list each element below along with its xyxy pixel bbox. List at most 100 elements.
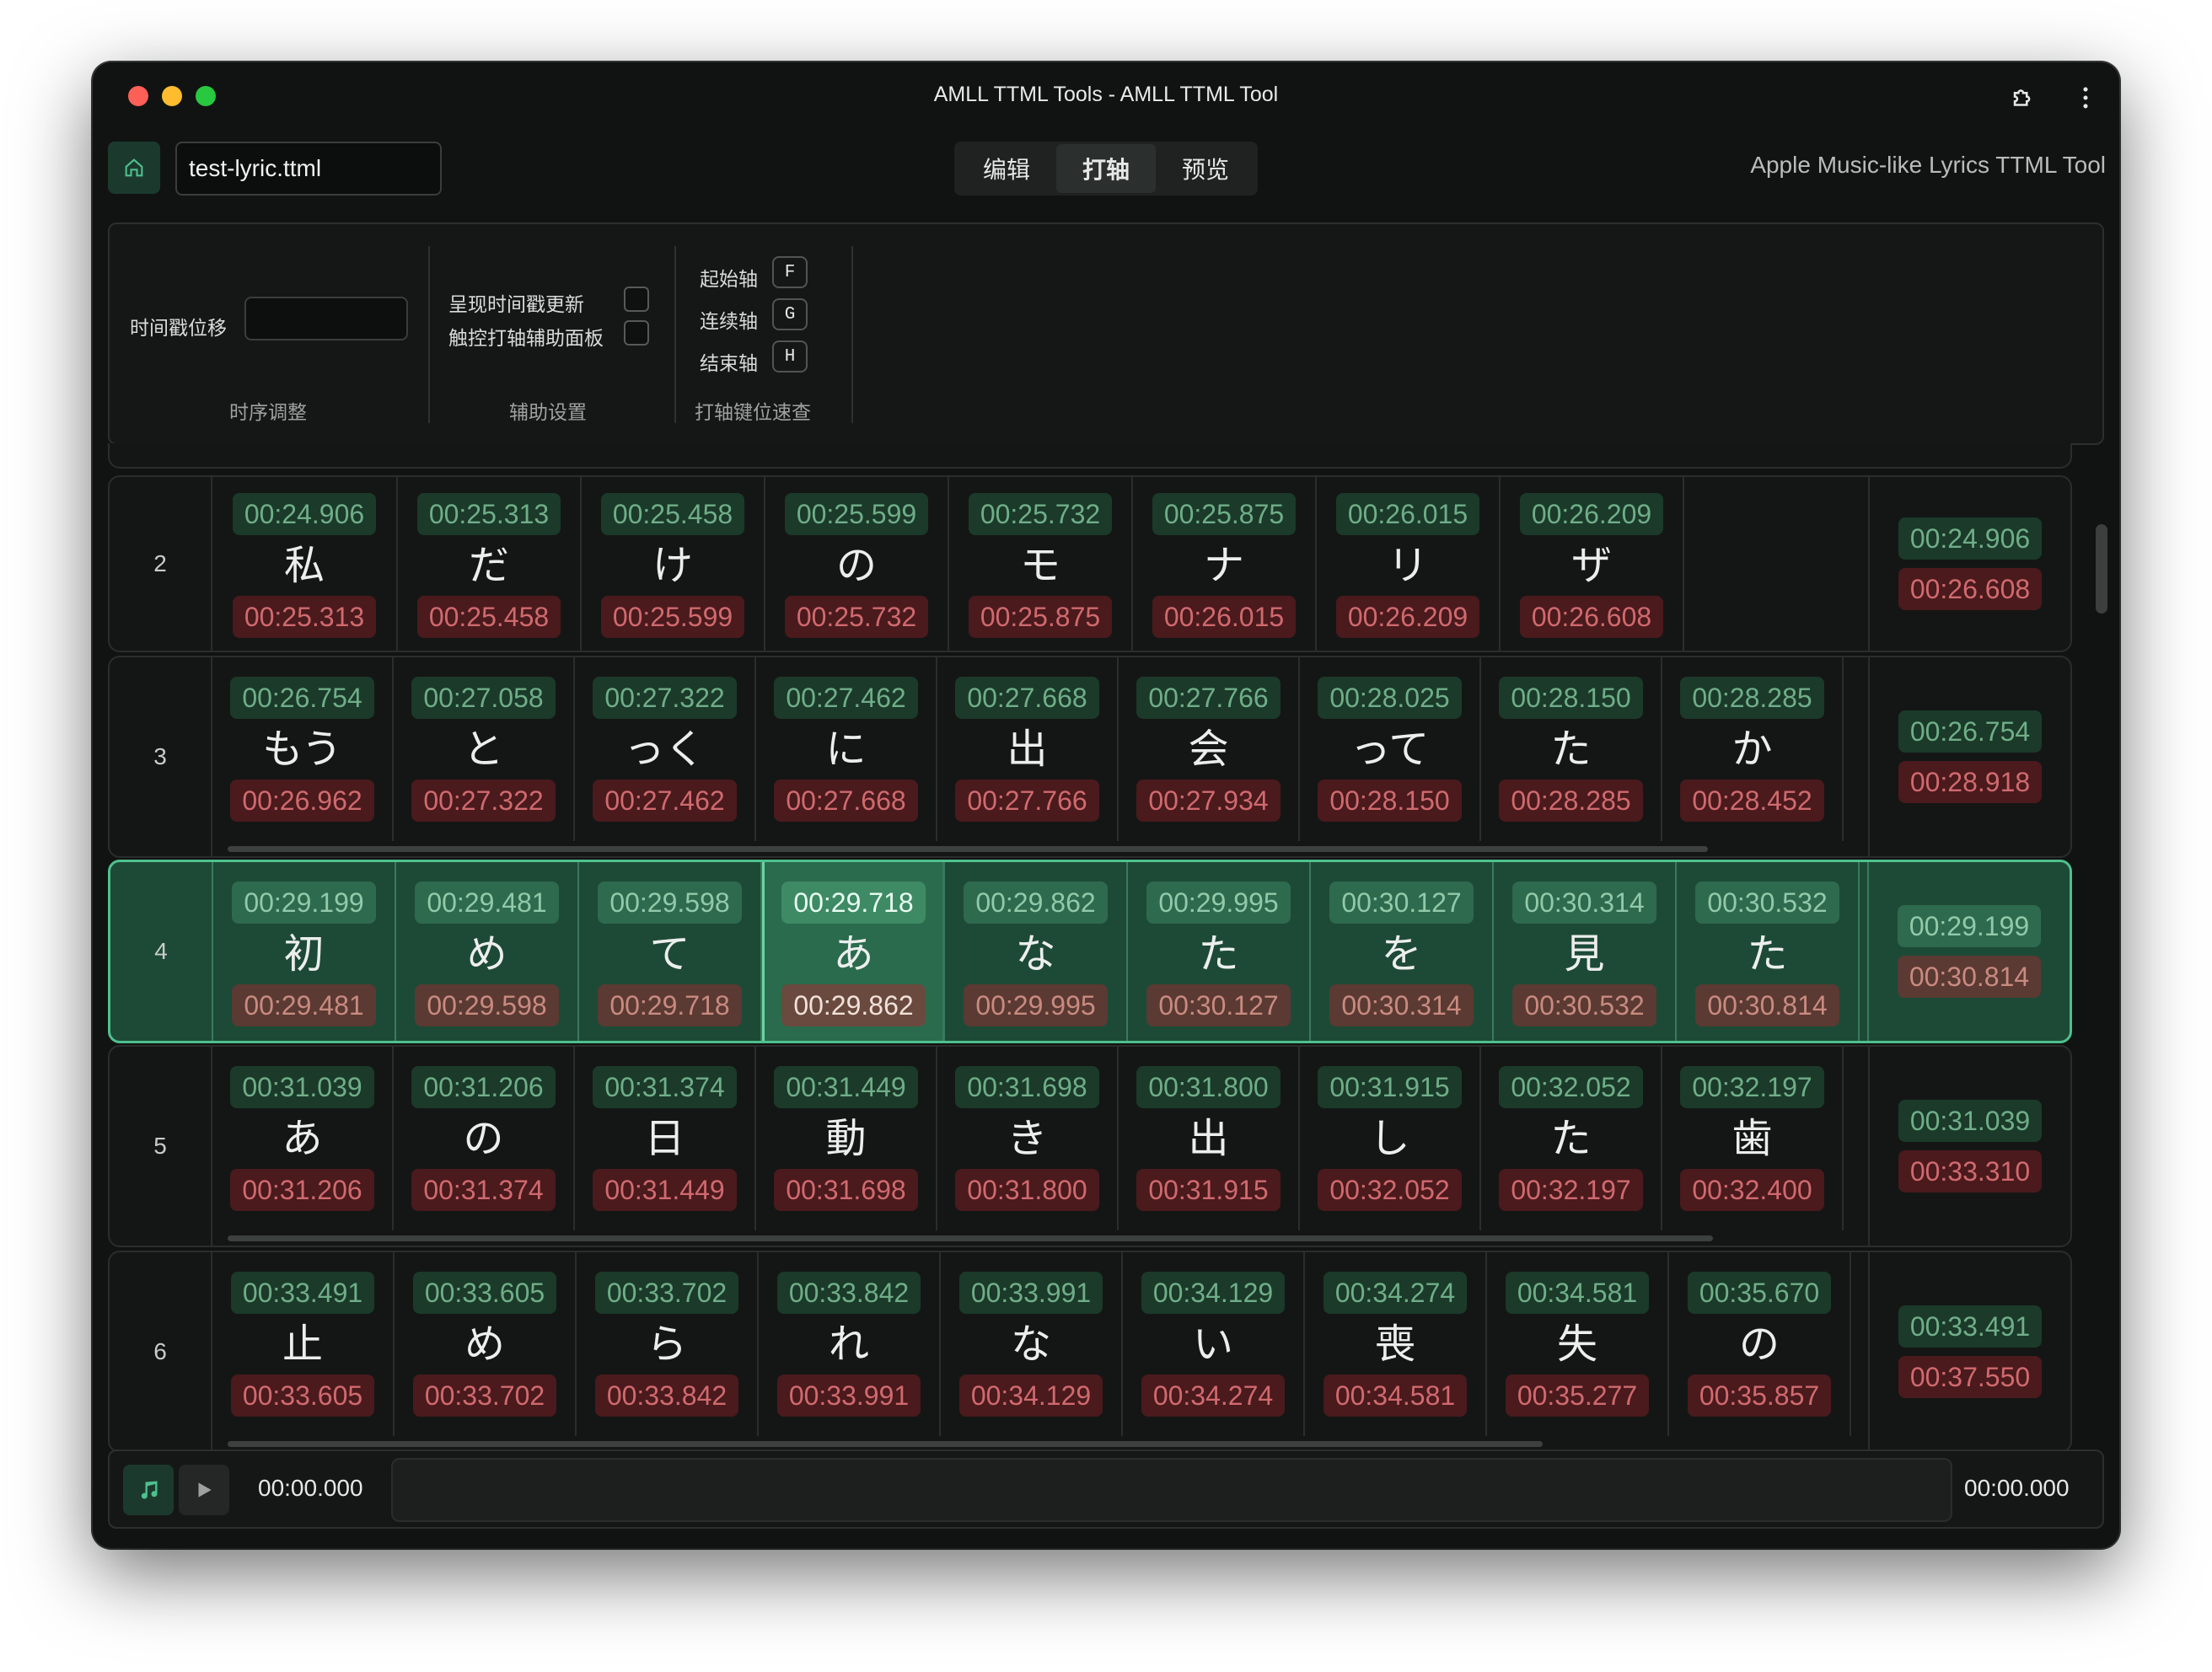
word-end-time[interactable]: 00:25.875 <box>968 596 1113 638</box>
word-start-time[interactable]: 00:34.129 <box>1141 1272 1286 1314</box>
word-end-time[interactable]: 00:27.322 <box>411 780 556 822</box>
word-start-time[interactable]: 00:30.127 <box>1329 882 1474 924</box>
word-end-time[interactable]: 00:31.206 <box>230 1169 374 1211</box>
word-end-time[interactable]: 00:31.800 <box>955 1169 1099 1211</box>
word-cell[interactable]: 00:29.199 初 00:29.481 <box>213 862 396 1041</box>
word-cell[interactable]: 00:31.800 出 00:31.915 <box>1119 1047 1300 1230</box>
word-start-time[interactable]: 00:30.532 <box>1695 882 1839 924</box>
lyric-line[interactable]: 3 00:26.754 もう 00:26.962 00:27.058 と 00:27.322… <box>108 656 2072 858</box>
line-start-time[interactable]: 00:31.039 <box>1898 1100 2043 1142</box>
word-start-time[interactable]: 00:25.313 <box>416 493 561 535</box>
word-end-time[interactable]: 00:25.599 <box>600 596 745 638</box>
line-start-time[interactable]: 00:29.199 <box>1897 905 2042 947</box>
word-cell[interactable]: 00:30.532 た 00:30.814 <box>1677 862 1860 1041</box>
word-end-time[interactable]: 00:28.452 <box>1680 780 1824 822</box>
word-end-time[interactable]: 00:32.197 <box>1499 1169 1643 1211</box>
tab-preview[interactable]: 预览 <box>1156 144 1255 193</box>
word-cell[interactable]: 00:33.491 止 00:33.605 <box>212 1252 395 1436</box>
horizontal-scrollbar[interactable] <box>228 846 1708 852</box>
word-start-time[interactable]: 00:31.698 <box>955 1066 1099 1108</box>
word-end-time[interactable]: 00:31.915 <box>1136 1169 1280 1211</box>
word-start-time[interactable]: 00:31.039 <box>230 1066 374 1108</box>
horizontal-scrollbar[interactable] <box>228 1441 1543 1447</box>
word-end-time[interactable]: 00:29.598 <box>415 984 559 1026</box>
word-start-time[interactable]: 00:29.718 <box>781 882 926 924</box>
word-start-time[interactable]: 00:28.285 <box>1680 677 1824 719</box>
word-cell[interactable]: 00:33.605 め 00:33.702 <box>395 1252 577 1436</box>
word-cell[interactable]: 00:31.374 日 00:31.449 <box>575 1047 756 1230</box>
word-start-time[interactable]: 00:28.150 <box>1499 677 1643 719</box>
word-cell[interactable]: 00:27.462 に 00:27.668 <box>756 657 937 841</box>
word-end-time[interactable]: 00:29.718 <box>598 984 742 1026</box>
word-cell[interactable]: 00:25.458 け 00:25.599 <box>582 477 765 651</box>
seek-bar[interactable] <box>391 1458 1952 1522</box>
word-start-time[interactable]: 00:27.668 <box>955 677 1099 719</box>
line-end-time[interactable]: 00:28.918 <box>1898 761 2043 803</box>
word-end-time[interactable]: 00:29.862 <box>781 984 926 1026</box>
word-start-time[interactable]: 00:27.766 <box>1136 677 1280 719</box>
word-end-time[interactable]: 00:32.400 <box>1680 1169 1824 1211</box>
word-cell[interactable]: 00:28.150 た 00:28.285 <box>1481 657 1662 841</box>
word-end-time[interactable]: 00:30.814 <box>1695 984 1839 1026</box>
word-start-time[interactable]: 00:33.702 <box>594 1272 739 1314</box>
word-start-time[interactable]: 00:29.995 <box>1146 882 1291 924</box>
vertical-scrollbar[interactable] <box>2096 524 2107 614</box>
word-start-time[interactable]: 00:33.842 <box>776 1272 921 1314</box>
word-cell[interactable]: 00:25.732 モ 00:25.875 <box>949 477 1133 651</box>
word-start-time[interactable]: 00:31.800 <box>1136 1066 1280 1108</box>
word-end-time[interactable]: 00:33.605 <box>230 1375 375 1417</box>
line-end-time[interactable]: 00:26.608 <box>1898 568 2043 610</box>
lyric-line-partial[interactable] <box>108 443 2072 469</box>
line-start-time[interactable]: 00:24.906 <box>1898 517 2043 560</box>
word-start-time[interactable]: 00:34.581 <box>1505 1272 1650 1314</box>
word-cell[interactable]: 00:29.995 た 00:30.127 <box>1128 862 1311 1041</box>
music-button[interactable] <box>123 1465 174 1515</box>
word-cell[interactable]: 00:31.039 あ 00:31.206 <box>212 1047 394 1230</box>
word-start-time[interactable]: 00:33.491 <box>230 1272 375 1314</box>
word-cell[interactable]: 00:28.025 って 00:28.150 <box>1300 657 1481 841</box>
word-start-time[interactable]: 00:27.322 <box>593 677 737 719</box>
word-cell[interactable]: 00:33.842 れ 00:33.991 <box>759 1252 941 1436</box>
word-cell[interactable]: 00:25.875 ナ 00:26.015 <box>1133 477 1317 651</box>
word-cell[interactable]: 00:29.718 あ 00:29.862 <box>762 862 945 1041</box>
word-end-time[interactable]: 00:27.766 <box>955 780 1099 822</box>
word-start-time[interactable]: 00:31.374 <box>593 1066 737 1108</box>
word-end-time[interactable]: 00:30.532 <box>1512 984 1656 1026</box>
word-start-time[interactable]: 00:27.462 <box>774 677 918 719</box>
word-cell[interactable]: 00:27.766 会 00:27.934 <box>1119 657 1300 841</box>
word-end-time[interactable]: 00:27.934 <box>1136 780 1280 822</box>
word-cell[interactable]: 00:32.052 た 00:32.197 <box>1481 1047 1662 1230</box>
word-start-time[interactable]: 00:25.458 <box>600 493 745 535</box>
word-cell[interactable]: 00:25.599 の 00:25.732 <box>765 477 949 651</box>
word-start-time[interactable]: 00:29.598 <box>598 882 742 924</box>
word-cell[interactable]: 00:33.702 ら 00:33.842 <box>577 1252 759 1436</box>
lyric-line[interactable]: 6 00:33.491 止 00:33.605 00:33.605 め 00:33.702 0… <box>108 1251 2072 1453</box>
word-cell[interactable]: 00:26.015 リ 00:26.209 <box>1317 477 1501 651</box>
word-end-time[interactable]: 00:34.129 <box>958 1375 1103 1417</box>
word-end-time[interactable]: 00:30.127 <box>1146 984 1291 1026</box>
more-menu-icon[interactable] <box>2067 79 2104 116</box>
word-start-time[interactable]: 00:32.197 <box>1680 1066 1824 1108</box>
play-button[interactable] <box>179 1465 229 1515</box>
word-cell[interactable]: 00:35.670 の 00:35.857 <box>1669 1252 1851 1436</box>
word-start-time[interactable]: 00:25.599 <box>784 493 929 535</box>
word-cell[interactable]: 00:27.058 と 00:27.322 <box>394 657 575 841</box>
word-start-time[interactable]: 00:33.991 <box>958 1272 1103 1314</box>
word-end-time[interactable]: 00:35.277 <box>1505 1375 1650 1417</box>
word-start-time[interactable]: 00:25.732 <box>968 493 1113 535</box>
word-cell[interactable]: 00:29.862 な 00:29.995 <box>945 862 1128 1041</box>
offset-input[interactable] <box>244 297 408 340</box>
word-end-time[interactable]: 00:30.314 <box>1329 984 1474 1026</box>
word-start-time[interactable]: 00:31.449 <box>774 1066 918 1108</box>
word-cell[interactable]: 00:29.598 て 00:29.718 <box>579 862 762 1041</box>
word-end-time[interactable]: 00:29.995 <box>964 984 1108 1026</box>
word-cell[interactable]: 00:32.197 歯 00:32.400 <box>1662 1047 1844 1230</box>
word-end-time[interactable]: 00:33.842 <box>594 1375 739 1417</box>
line-start-time[interactable]: 00:33.491 <box>1898 1305 2043 1348</box>
word-end-time[interactable]: 00:28.285 <box>1499 780 1643 822</box>
word-start-time[interactable]: 00:30.314 <box>1512 882 1656 924</box>
word-end-time[interactable]: 00:31.449 <box>593 1169 737 1211</box>
lyric-line[interactable]: 4 00:29.199 初 00:29.481 00:29.481 め 00:29.598 0… <box>108 860 2072 1043</box>
word-end-time[interactable]: 00:25.313 <box>232 596 377 638</box>
line-start-time[interactable]: 00:26.754 <box>1898 710 2043 753</box>
